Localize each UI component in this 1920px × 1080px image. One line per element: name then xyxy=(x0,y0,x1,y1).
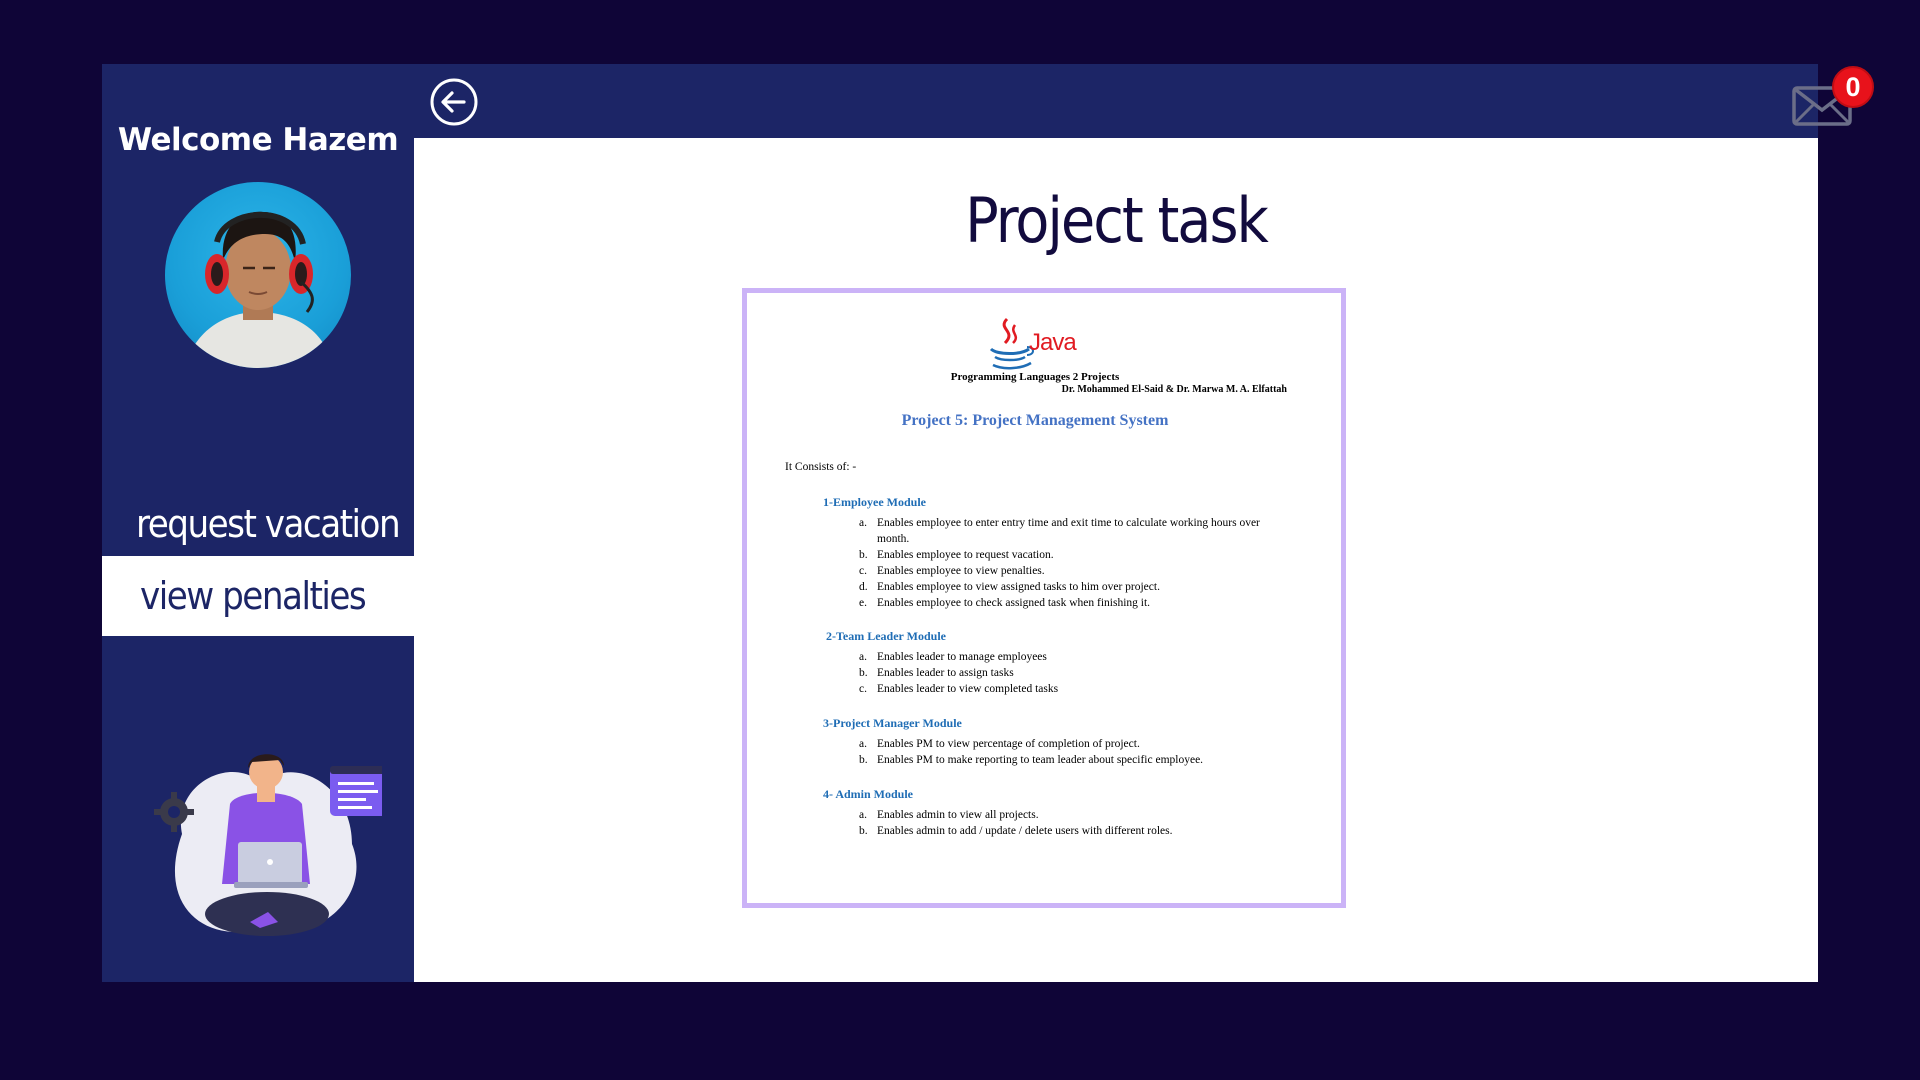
menu-item-view-penalties[interactable]: view penalties xyxy=(102,556,414,636)
module-title: 4- Admin Module xyxy=(823,787,914,801)
item-text: Enables leader to manage employees xyxy=(877,651,1047,663)
module-title: 2-Team Leader Module xyxy=(826,629,946,643)
authors: Dr. Mohammed El-Said & Dr. Marwa M. A. E… xyxy=(1061,384,1287,395)
list-item: c. Enables employee to view penalties. xyxy=(859,563,1299,579)
module-title: 1-Employee Module xyxy=(823,495,926,509)
list-item: a. Enables leader to manage employees xyxy=(859,649,1299,665)
item-text: Enables admin to add / update / delete u… xyxy=(877,825,1173,837)
intro-text: It Consists of: - xyxy=(785,461,857,473)
list-item: a. Enables employee to enter entry time a… xyxy=(859,515,1299,547)
item-letter: c. xyxy=(859,565,867,577)
developer-illustration xyxy=(142,744,386,944)
item-letter: b. xyxy=(859,549,868,561)
item-text: Enables employee to check assigned task … xyxy=(877,597,1151,609)
list-item: b. Enables PM to make reporting to team l… xyxy=(859,752,1299,768)
list-item: b. Enables employee to request vacation. xyxy=(859,547,1299,563)
item-text: Enables PM to make reporting to team lea… xyxy=(877,754,1204,766)
menu-item-request-vacation[interactable]: request vacation xyxy=(102,484,414,564)
list-item: a. Enables admin to view all projects. xyxy=(859,807,1299,823)
project-task-document: Java Programming Languages 2 Projects Dr… xyxy=(742,288,1346,908)
item-text: Enables PM to view percentage of complet… xyxy=(877,738,1140,750)
item-text: Enables leader to assign tasks xyxy=(877,667,1014,679)
item-letter: b. xyxy=(859,667,868,679)
list-item: c. Enables leader to view completed tasks xyxy=(859,681,1299,697)
item-letter: a. xyxy=(859,809,867,821)
arrow-left-circle-icon xyxy=(430,78,478,126)
item-letter: e. xyxy=(859,597,867,609)
list-item: e. Enables employee to check assigned tas… xyxy=(859,595,1299,611)
app-window: Welcome Hazem request vacation view pena… xyxy=(102,64,1874,982)
item-text: Enables employee to view penalties. xyxy=(877,565,1045,577)
module-title: 3-Project Manager Module xyxy=(823,716,962,730)
top-bar: 0 xyxy=(414,64,1874,138)
list-item: b. Enables admin to add / update / delete… xyxy=(859,823,1299,839)
welcome-text: Welcome Hazem xyxy=(117,122,399,158)
java-logo-text: Java xyxy=(1029,329,1077,356)
list-item: d. Enables employee to view assigned task… xyxy=(859,579,1299,595)
avatar xyxy=(165,182,351,368)
item-letter: a. xyxy=(859,651,867,663)
item-text: Enables admin to view all projects. xyxy=(877,809,1039,821)
item-letter: b. xyxy=(859,754,868,766)
item-text: Enables employee to enter entry time and… xyxy=(877,517,1260,545)
item-letter: a. xyxy=(859,517,867,529)
item-text: Enables employee to request vacation. xyxy=(877,549,1054,561)
list-item: b. Enables leader to assign tasks xyxy=(859,665,1299,681)
list-item: a. Enables PM to view percentage of compl… xyxy=(859,736,1299,752)
mail-count-badge: 0 xyxy=(1832,66,1874,108)
course-title: Programming Languages 2 Projects xyxy=(950,371,1120,383)
item-letter: c. xyxy=(859,683,867,695)
project-heading: Project 5: Project Management System xyxy=(901,412,1169,429)
page-title: Project task xyxy=(965,184,1269,257)
back-button[interactable] xyxy=(430,78,478,126)
item-letter: d. xyxy=(859,581,868,593)
sidebar: Welcome Hazem request vacation view pena… xyxy=(102,64,414,982)
item-text: Enables employee to view assigned tasks … xyxy=(877,581,1160,593)
item-letter: a. xyxy=(859,738,867,750)
item-text: Enables leader to view completed tasks xyxy=(877,683,1059,695)
item-letter: b. xyxy=(859,825,868,837)
